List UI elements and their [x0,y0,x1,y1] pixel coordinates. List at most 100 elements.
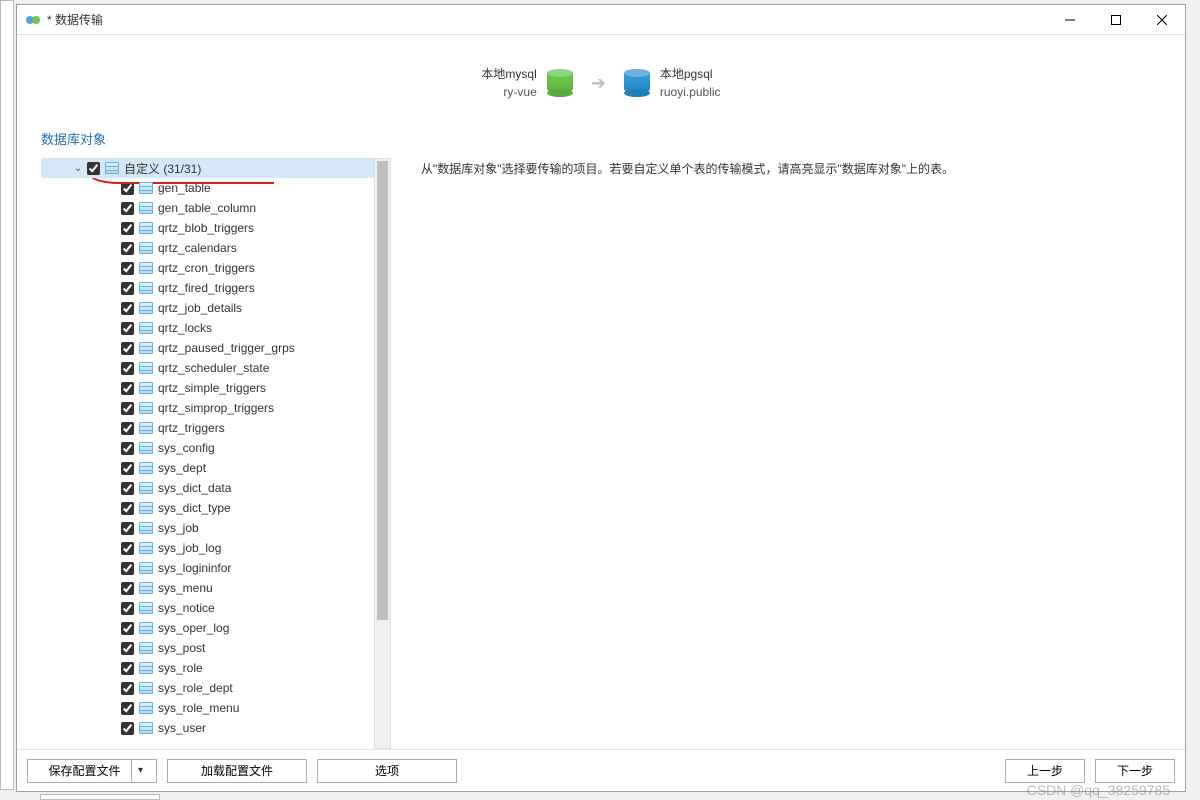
tree-item[interactable]: sys_role_menu [41,698,374,718]
tree-item[interactable]: sys_dict_data [41,478,374,498]
transfer-header: 本地mysql ry-vue ➔ 本地pgsql ruoyi.public [17,35,1185,121]
chevron-down-icon[interactable]: ⌄ [71,161,85,175]
table-icon [138,361,154,375]
tree-checkbox[interactable] [121,642,134,655]
tree-item[interactable]: gen_table_column [41,198,374,218]
tree-root[interactable]: ⌄ 自定义 (31/31) [41,158,374,178]
tree-checkbox[interactable] [121,242,134,255]
scrollbar[interactable] [374,158,391,749]
tree-item[interactable]: sys_user [41,718,374,738]
tree-item[interactable]: sys_notice [41,598,374,618]
tree-checkbox[interactable] [121,362,134,375]
table-icon [104,161,120,175]
table-icon [138,501,154,515]
tree-checkbox[interactable] [121,442,134,455]
tree-item[interactable]: sys_dict_type [41,498,374,518]
tree-checkbox[interactable] [121,622,134,635]
tree-item[interactable]: sys_role [41,658,374,678]
tree-checkbox[interactable] [121,322,134,335]
table-icon [138,281,154,295]
tree-item[interactable]: qrtz_simprop_triggers [41,398,374,418]
tree-item[interactable]: qrtz_calendars [41,238,374,258]
tree-item-label: qrtz_fired_triggers [158,281,255,295]
tree-checkbox[interactable] [121,542,134,555]
tree-checkbox[interactable] [121,202,134,215]
tree-checkbox[interactable] [121,702,134,715]
tree-item[interactable]: sys_menu [41,578,374,598]
database-icon [547,69,573,97]
tree-item[interactable]: sys_logininfor [41,558,374,578]
tree-checkbox[interactable] [121,182,134,195]
tree-item-label: sys_notice [158,601,215,615]
tree-item[interactable]: qrtz_paused_trigger_grps [41,338,374,358]
tree-item[interactable]: sys_post [41,638,374,658]
button-label: 选项 [375,762,399,779]
tree-item[interactable]: qrtz_job_details [41,298,374,318]
next-button[interactable]: 下一步 [1095,759,1175,783]
button-label: 加载配置文件 [201,762,273,779]
options-button[interactable]: 选项 [317,759,457,783]
tree-checkbox[interactable] [121,502,134,515]
tree-item-label: sys_post [158,641,205,655]
table-icon [138,661,154,675]
button-bar: 保存配置文件 ▾ 加载配置文件 选项 上一步 下一步 [17,749,1185,791]
tree-item-label: qrtz_paused_trigger_grps [158,341,295,355]
close-button[interactable] [1139,5,1185,34]
tree-checkbox[interactable] [121,402,134,415]
scrollbar-thumb[interactable] [377,161,388,620]
tree-checkbox[interactable] [121,222,134,235]
tree-item[interactable]: qrtz_cron_triggers [41,258,374,278]
tree-checkbox[interactable] [121,522,134,535]
tree-item[interactable]: sys_job [41,518,374,538]
maximize-button[interactable] [1093,5,1139,34]
tree-item[interactable]: sys_role_dept [41,678,374,698]
tree-checkbox[interactable] [121,562,134,575]
tree-checkbox[interactable] [121,282,134,295]
prev-button[interactable]: 上一步 [1005,759,1085,783]
tree-item[interactable]: qrtz_scheduler_state [41,358,374,378]
tree-checkbox[interactable] [87,162,100,175]
tree-item[interactable]: gen_table [41,178,374,198]
tree-checkbox[interactable] [121,682,134,695]
tree-checkbox[interactable] [121,482,134,495]
tree-item-label: qrtz_cron_triggers [158,261,255,275]
tree-item-label: qrtz_blob_triggers [158,221,254,235]
save-config-button[interactable]: 保存配置文件 ▾ [27,759,157,783]
tree-item[interactable]: qrtz_simple_triggers [41,378,374,398]
tree-checkbox[interactable] [121,262,134,275]
table-icon [138,581,154,595]
table-icon [138,341,154,355]
tree-checkbox[interactable] [121,302,134,315]
tree-item[interactable]: qrtz_fired_triggers [41,278,374,298]
background-fragment [40,794,160,800]
load-config-button[interactable]: 加载配置文件 [167,759,307,783]
table-icon [138,681,154,695]
tree-item[interactable]: qrtz_triggers [41,418,374,438]
window-title: * 数据传输 [47,11,1047,28]
tree-checkbox[interactable] [121,722,134,735]
tree-item[interactable]: sys_dept [41,458,374,478]
tree-checkbox[interactable] [121,582,134,595]
tree-checkbox[interactable] [121,382,134,395]
table-icon [138,561,154,575]
tree-item-label: sys_job [158,521,199,535]
tree-item[interactable]: sys_oper_log [41,618,374,638]
tree-item[interactable]: sys_job_log [41,538,374,558]
tree-item[interactable]: qrtz_locks [41,318,374,338]
tree-item-label: 自定义 (31/31) [124,160,201,177]
tree-checkbox[interactable] [121,602,134,615]
object-tree[interactable]: ⌄ 自定义 (31/31)gen_tablegen_table_columnqrt… [41,158,374,749]
table-icon [138,521,154,535]
titlebar: * 数据传输 [17,5,1185,35]
tree-checkbox[interactable] [121,662,134,675]
table-icon [138,621,154,635]
table-icon [138,201,154,215]
tree-checkbox[interactable] [121,462,134,475]
tree-item[interactable]: sys_config [41,438,374,458]
tree-item[interactable]: qrtz_blob_triggers [41,218,374,238]
tree-checkbox[interactable] [121,422,134,435]
table-icon [138,401,154,415]
minimize-button[interactable] [1047,5,1093,34]
section-title: 数据库对象 [17,121,1185,158]
tree-checkbox[interactable] [121,342,134,355]
